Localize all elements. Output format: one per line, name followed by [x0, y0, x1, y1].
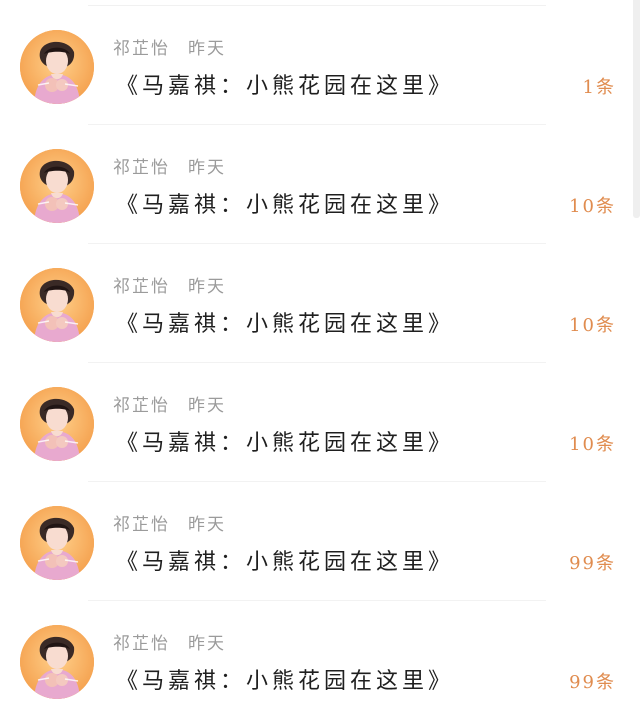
count-badge: 10条: [569, 434, 616, 455]
list-item[interactable]: 祁芷怡 昨天 《马嘉祺：小熊花园在这里》 10条: [0, 357, 640, 482]
list-item[interactable]: 祁芷怡 昨天 《马嘉祺：小熊花园在这里》 1条: [0, 0, 640, 125]
item-meta: 祁芷怡 昨天: [113, 153, 226, 178]
portrait-avatar-icon: [20, 625, 94, 699]
author-name: 祁芷怡: [113, 276, 170, 297]
author-name: 祁芷怡: [113, 38, 170, 59]
portrait-avatar-icon: [20, 149, 94, 223]
count-badge: 1条: [582, 77, 616, 98]
list-item[interactable]: 祁芷怡 昨天 《马嘉祺：小熊花园在这里》 99条: [0, 476, 640, 601]
author-name: 祁芷怡: [113, 514, 170, 535]
post-time: 昨天: [188, 633, 226, 654]
portrait-avatar-icon: [20, 387, 94, 461]
post-time: 昨天: [188, 157, 226, 178]
item-meta: 祁芷怡 昨天: [113, 34, 226, 59]
message-list-page: 祁芷怡 昨天 《马嘉祺：小熊花园在这里》 1条 祁芷怡 昨天 《马嘉祺：小熊花园…: [0, 0, 640, 720]
item-meta: 祁芷怡 昨天: [113, 272, 226, 297]
item-meta: 祁芷怡 昨天: [113, 391, 226, 416]
list-item[interactable]: 祁芷怡 昨天 《马嘉祺：小熊花园在这里》 10条: [0, 238, 640, 363]
item-title[interactable]: 《马嘉祺：小熊花园在这里》: [116, 664, 454, 694]
count-badge: 99条: [569, 553, 616, 574]
item-title[interactable]: 《马嘉祺：小熊花园在这里》: [116, 188, 454, 218]
count-badge: 10条: [569, 196, 616, 217]
item-title[interactable]: 《马嘉祺：小熊花园在这里》: [116, 69, 454, 99]
author-name: 祁芷怡: [113, 395, 170, 416]
list-item[interactable]: 祁芷怡 昨天 《马嘉祺：小熊花园在这里》 99条: [0, 595, 640, 714]
message-list: 祁芷怡 昨天 《马嘉祺：小熊花园在这里》 1条 祁芷怡 昨天 《马嘉祺：小熊花园…: [0, 0, 640, 720]
item-title[interactable]: 《马嘉祺：小熊花园在这里》: [116, 426, 454, 456]
author-name: 祁芷怡: [113, 633, 170, 654]
item-title[interactable]: 《马嘉祺：小熊花园在这里》: [116, 307, 454, 337]
list-item[interactable]: 祁芷怡 昨天 《马嘉祺：小熊花园在这里》 10条: [0, 119, 640, 244]
avatar[interactable]: [20, 387, 94, 461]
item-title[interactable]: 《马嘉祺：小熊花园在这里》: [116, 545, 454, 575]
portrait-avatar-icon: [20, 268, 94, 342]
count-badge: 99条: [569, 672, 616, 693]
avatar[interactable]: [20, 30, 94, 104]
post-time: 昨天: [188, 276, 226, 297]
avatar[interactable]: [20, 625, 94, 699]
post-time: 昨天: [188, 38, 226, 59]
post-time: 昨天: [188, 514, 226, 535]
avatar[interactable]: [20, 268, 94, 342]
avatar[interactable]: [20, 149, 94, 223]
portrait-avatar-icon: [20, 506, 94, 580]
count-badge: 10条: [569, 315, 616, 336]
item-meta: 祁芷怡 昨天: [113, 510, 226, 535]
post-time: 昨天: [188, 395, 226, 416]
avatar[interactable]: [20, 506, 94, 580]
item-meta: 祁芷怡 昨天: [113, 629, 226, 654]
portrait-avatar-icon: [20, 30, 94, 104]
author-name: 祁芷怡: [113, 157, 170, 178]
